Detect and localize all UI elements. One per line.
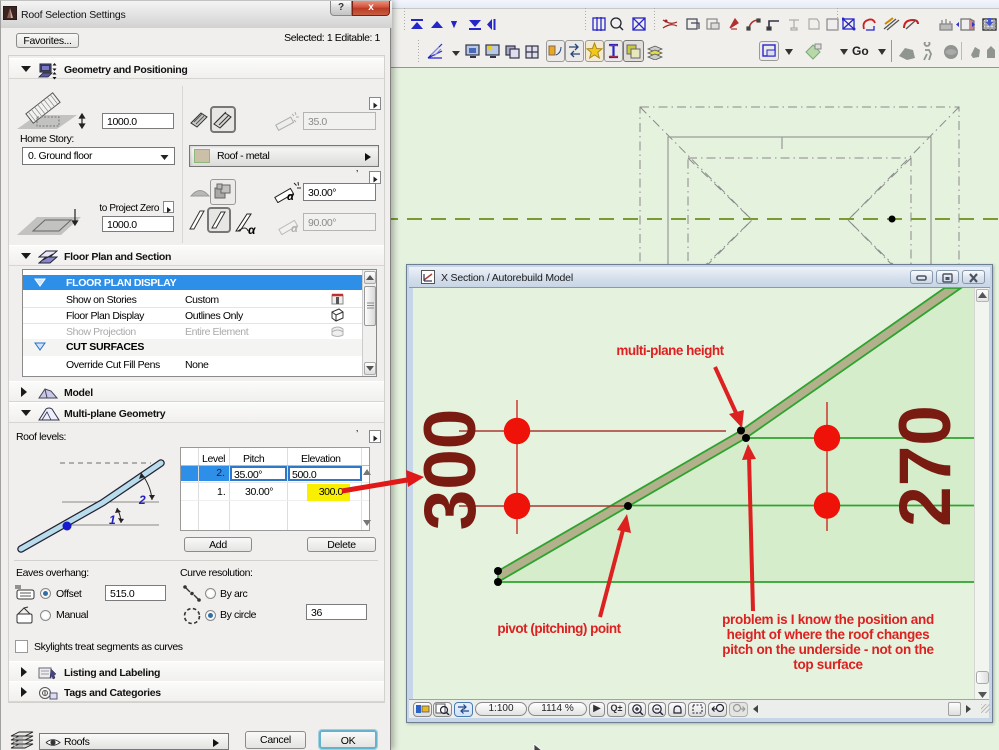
svg-text:α: α (248, 223, 256, 235)
svg-text:270: 270 (885, 405, 966, 527)
svg-text:2: 2 (138, 493, 146, 507)
svg-text:top surface: top surface (793, 657, 863, 672)
svg-text:multi-plane height: multi-plane height (616, 343, 724, 358)
svg-text:α: α (291, 223, 299, 235)
svg-text:problem is I know the position: problem is I know the position and (722, 612, 934, 627)
svg-text:pitch on the underside - not o: pitch on the underside - not on the (722, 642, 934, 657)
svg-text:α: α (287, 191, 295, 203)
svg-text:height of where the roof chang: height of where the roof changes (727, 627, 930, 642)
svg-text:1: 1 (109, 513, 116, 527)
svg-text:300: 300 (413, 409, 491, 531)
svg-text:pivot (pitching) point: pivot (pitching) point (497, 621, 621, 636)
